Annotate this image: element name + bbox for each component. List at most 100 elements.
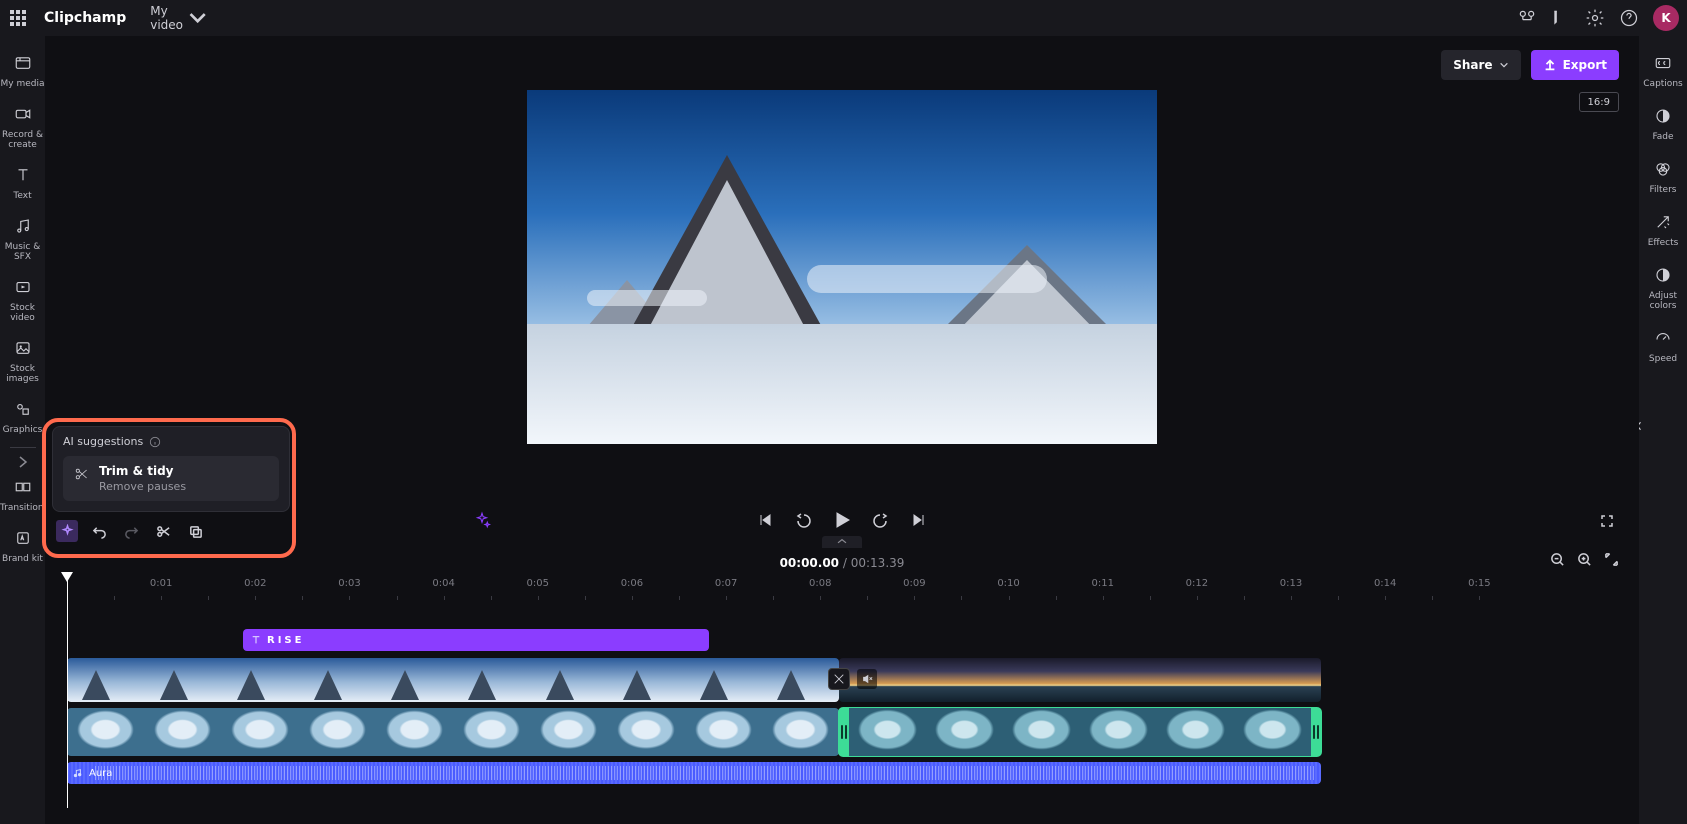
filters-icon: [1654, 160, 1672, 178]
sidebar-label: Text: [0, 191, 45, 201]
skip-start-button[interactable]: [757, 512, 773, 531]
video-track-2[interactable]: [67, 708, 1617, 756]
export-button[interactable]: Export: [1531, 50, 1619, 80]
aspect-ratio-button[interactable]: 16:9: [1579, 92, 1619, 112]
zoom-out-icon[interactable]: [1550, 552, 1565, 567]
skip-end-button[interactable]: [911, 512, 927, 531]
feedback-icon[interactable]: [1551, 8, 1571, 28]
step-back-button[interactable]: [795, 512, 811, 531]
right-item-speed[interactable]: Speed: [1639, 323, 1687, 374]
ruler-tick: 0:06: [621, 578, 643, 589]
user-avatar[interactable]: K: [1653, 5, 1679, 31]
video-clip-a[interactable]: [67, 658, 839, 702]
timeline-header: 00:00.00 / 00:13.39: [45, 548, 1639, 578]
play-button[interactable]: [833, 511, 851, 532]
video-clip-b[interactable]: [839, 658, 1321, 702]
music-note-icon: [73, 768, 83, 778]
right-item-effects[interactable]: Effects: [1639, 207, 1687, 258]
fade-icon: [1654, 107, 1672, 125]
right-label: Adjust colors: [1639, 291, 1687, 311]
video-clip-d-selected[interactable]: [839, 708, 1321, 756]
brand-icon: [14, 529, 32, 547]
info-icon[interactable]: [149, 436, 161, 448]
ai-suggestions-popup: AI suggestions Trim & tidy Remove pauses: [52, 426, 290, 512]
ruler-tick: 0:01: [150, 578, 172, 589]
sidebar-item-my-media[interactable]: My media: [0, 48, 45, 97]
sidebar-label: Graphics: [0, 425, 45, 435]
zoom-fit-icon[interactable]: [1604, 552, 1619, 567]
split-button[interactable]: [152, 520, 174, 542]
right-item-captions[interactable]: Captions: [1639, 48, 1687, 99]
video-preview[interactable]: [527, 90, 1157, 444]
sidebar-item-brand-kit[interactable]: Brand kit: [0, 523, 45, 572]
redo-button[interactable]: [120, 520, 142, 542]
project-title-dropdown[interactable]: My video: [150, 4, 208, 32]
sidebar-item-stock-images[interactable]: Stock images: [0, 333, 45, 392]
sidebar-item-stock-video[interactable]: Stock video: [0, 272, 45, 331]
clip-right-handle[interactable]: [1311, 708, 1321, 756]
camera-icon: [14, 105, 32, 123]
contrast-icon: [1654, 266, 1672, 284]
sidebar-item-transitions[interactable]: Transitions: [0, 472, 45, 521]
right-label: Speed: [1639, 354, 1687, 364]
timeline-toolbar: [56, 520, 206, 542]
audio-track[interactable]: Aura: [67, 762, 1617, 784]
transition-icon: [14, 478, 32, 496]
undo-button[interactable]: [88, 520, 110, 542]
sidebar-label: Brand kit: [0, 554, 45, 564]
shapes-icon: [14, 400, 32, 418]
sidebar-item-text[interactable]: Text: [0, 160, 45, 209]
transition-badge[interactable]: [828, 668, 850, 690]
copy-button[interactable]: [184, 520, 206, 542]
clip-left-handle[interactable]: [839, 708, 849, 756]
video-icon: [14, 278, 32, 296]
ai-sparkle-button[interactable]: [473, 511, 491, 532]
left-sidebar: My media Record & create Text Music & SF…: [0, 36, 45, 824]
ruler-tick: 0:11: [1091, 578, 1113, 589]
app-launcher-icon[interactable]: [8, 8, 28, 28]
text-icon: [14, 166, 32, 184]
mute-icon[interactable]: [857, 669, 877, 689]
ruler-tick: 0:08: [809, 578, 831, 589]
sidebar-label: Stock images: [0, 364, 45, 384]
timeline-collapse-toggle[interactable]: [822, 536, 862, 548]
upgrade-icon[interactable]: [1517, 8, 1537, 28]
sidebar-item-record[interactable]: Record & create: [0, 99, 45, 158]
share-button[interactable]: Share: [1441, 50, 1520, 80]
brand-name: Clipchamp: [44, 10, 126, 26]
ruler-tick: 0:15: [1468, 578, 1490, 589]
step-forward-button[interactable]: [873, 512, 889, 531]
help-icon[interactable]: [1619, 8, 1639, 28]
video-clip-c[interactable]: [67, 708, 839, 756]
video-track-1[interactable]: [67, 658, 1617, 702]
sidebar-divider: [10, 447, 36, 448]
media-icon: [14, 54, 32, 72]
scissors-sparkle-icon: [73, 466, 89, 482]
sidebar-item-music[interactable]: Music & SFX: [0, 211, 45, 270]
settings-icon[interactable]: [1585, 8, 1605, 28]
ai-card-title: Trim & tidy: [99, 464, 186, 478]
ai-suggestion-trim-tidy[interactable]: Trim & tidy Remove pauses: [63, 456, 279, 501]
title-clip[interactable]: RISE: [243, 629, 709, 651]
title-clip-label: RISE: [267, 635, 304, 646]
zoom-in-icon[interactable]: [1577, 552, 1592, 567]
sidebar-label: Record & create: [0, 130, 45, 150]
title-track[interactable]: RISE: [67, 608, 1617, 652]
timeline-ruler[interactable]: 0:010:020:030:040:050:060:070:080:090:10…: [67, 578, 1617, 602]
audio-clip[interactable]: Aura: [67, 762, 1321, 784]
playhead[interactable]: [67, 578, 68, 808]
right-item-adjust[interactable]: Adjust colors: [1639, 260, 1687, 321]
right-item-fade[interactable]: Fade: [1639, 101, 1687, 152]
top-actions: Share Export: [1441, 50, 1619, 80]
timeline: 00:00.00 / 00:13.39 0:010:020:030:040:05…: [45, 548, 1639, 824]
ai-suggestions-title: AI suggestions: [63, 435, 143, 448]
ai-sparkle-toggle[interactable]: [56, 520, 78, 542]
chevron-down-icon: [1499, 60, 1509, 70]
ruler-tick: 0:03: [338, 578, 360, 589]
sidebar-label: Stock video: [0, 303, 45, 323]
sidebar-item-graphics[interactable]: Graphics: [0, 394, 45, 443]
duration-time: / 00:13.39: [843, 556, 905, 570]
fullscreen-button[interactable]: [1599, 513, 1615, 532]
right-item-filters[interactable]: Filters: [1639, 154, 1687, 205]
chevron-right-icon[interactable]: [15, 454, 31, 470]
